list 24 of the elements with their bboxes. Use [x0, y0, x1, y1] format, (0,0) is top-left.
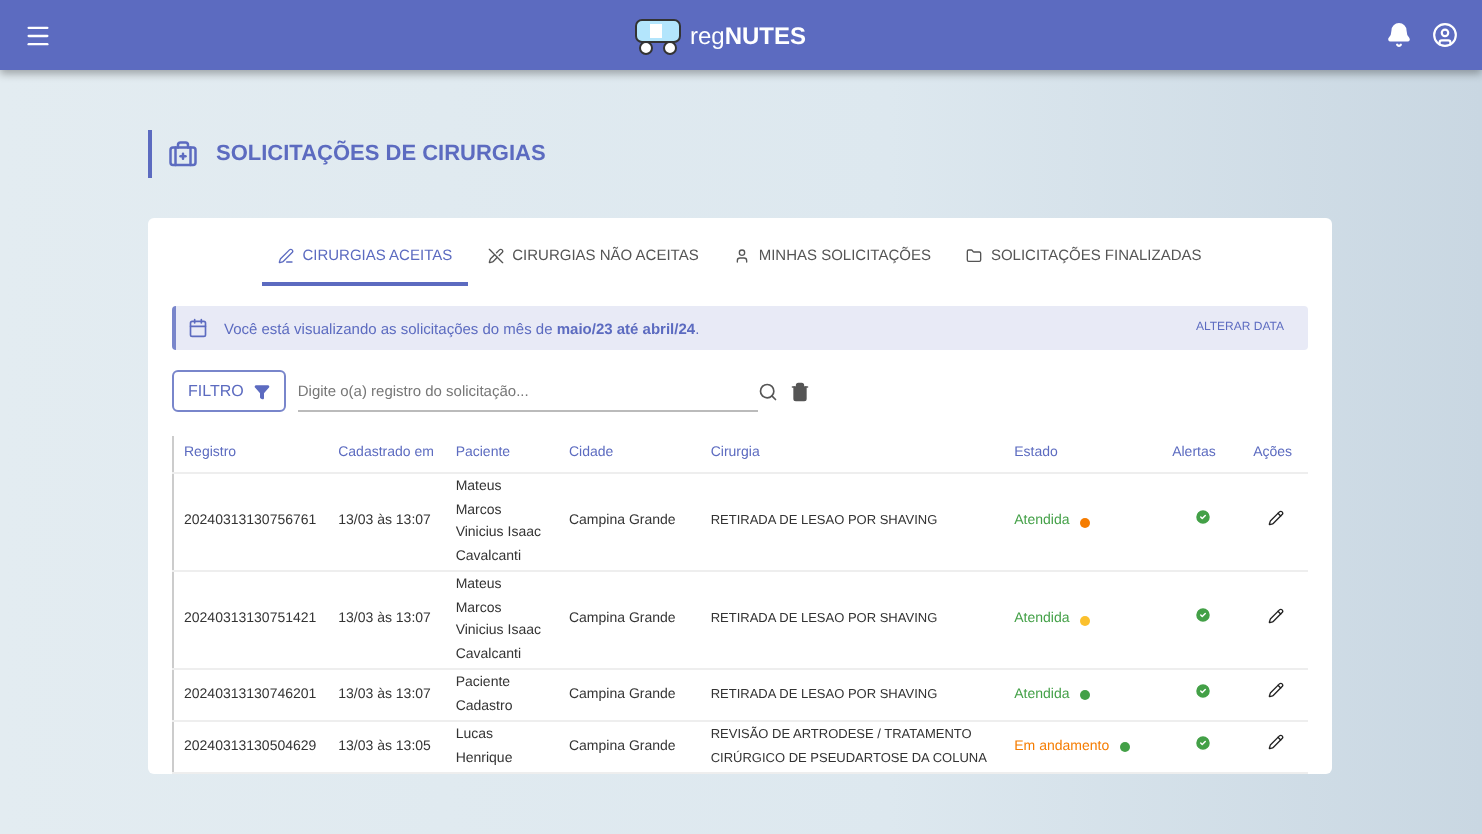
account-icon[interactable]	[1431, 22, 1458, 48]
person-icon	[734, 247, 751, 263]
logo-text: regNUTES	[689, 21, 806, 49]
menu-icon[interactable]	[24, 21, 52, 49]
page-title: SOLICITAÇÕES DE CIRURGIAS	[216, 142, 546, 166]
medical-bag-icon	[168, 139, 198, 169]
edit-icon[interactable]	[1267, 734, 1284, 751]
edit-icon[interactable]	[1267, 509, 1284, 526]
search-icon[interactable]	[757, 381, 778, 401]
edit-icon[interactable]	[1267, 607, 1284, 624]
edit-icon[interactable]	[1267, 682, 1284, 699]
filter-icon	[253, 383, 270, 399]
pen-icon	[488, 247, 505, 263]
check-icon	[1193, 733, 1212, 752]
check-icon	[1193, 508, 1212, 527]
check-icon	[1193, 606, 1212, 625]
filter-button[interactable]: FILTRO	[172, 370, 286, 412]
ambulance-logo-icon	[631, 15, 684, 55]
trash-icon[interactable]	[789, 381, 810, 401]
pen-icon	[278, 247, 295, 263]
bell-icon[interactable]	[1385, 22, 1412, 48]
check-icon	[1193, 681, 1212, 700]
folder-icon	[966, 247, 983, 263]
calendar-icon	[188, 318, 208, 338]
